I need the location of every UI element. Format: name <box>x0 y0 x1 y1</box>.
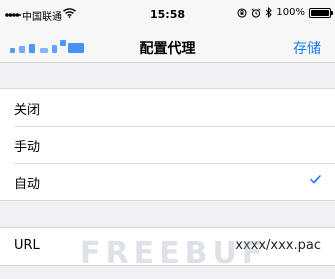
proxy-option-off[interactable]: 关闭 <box>0 89 335 126</box>
proxy-option-auto[interactable]: 自动 <box>0 163 335 200</box>
battery-fill <box>311 9 329 16</box>
status-right-group: 100% <box>237 7 333 18</box>
signal-icon <box>5 11 21 19</box>
option-label: 关闭 <box>14 103 41 118</box>
battery-icon <box>309 7 333 18</box>
proxy-option-manual[interactable]: 手动 <box>0 126 335 163</box>
checkmark-icon <box>310 175 321 184</box>
url-label: URL <box>14 238 40 253</box>
battery-percentage: 100% <box>276 7 305 18</box>
proxy-settings-screen: 中国联通 15:58 100% 配置代理 存储 关闭 手动 自动 URL xxx… <box>0 0 335 279</box>
option-label: 自动 <box>14 177 41 192</box>
url-row[interactable]: URL xxxx/xxx.pac <box>0 228 335 265</box>
bluetooth-icon <box>265 7 273 18</box>
back-button[interactable] <box>10 40 86 54</box>
carrier-name: 中国联通 <box>22 12 62 23</box>
proxy-mode-group: 关闭 手动 自动 <box>0 88 335 201</box>
alarm-icon <box>251 7 261 18</box>
navigation-bar: 配置代理 存储 <box>0 31 335 63</box>
wifi-icon <box>63 8 76 18</box>
status-bar: 中国联通 15:58 100% <box>0 0 335 31</box>
url-value[interactable]: xxxx/xxx.pac <box>235 238 321 253</box>
orientation-lock-icon <box>237 7 247 18</box>
save-button[interactable]: 存储 <box>293 38 321 58</box>
url-group: URL xxxx/xxx.pac <box>0 227 335 266</box>
option-label: 手动 <box>14 140 41 155</box>
